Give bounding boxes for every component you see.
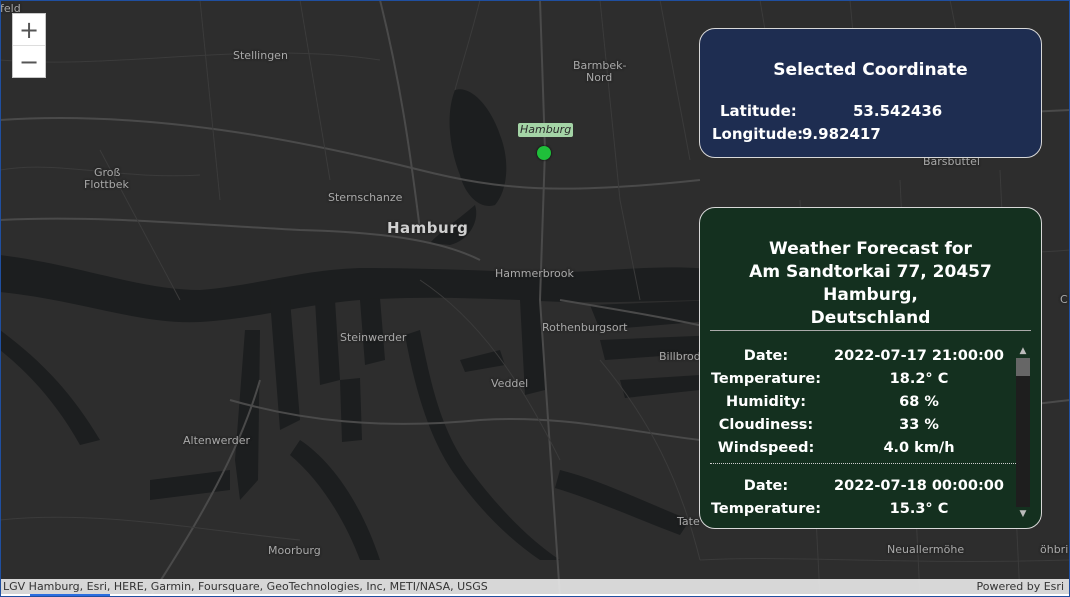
zoom-out-button[interactable]: −	[13, 45, 45, 77]
latitude-value: 53.542436	[853, 102, 943, 120]
map-label-nord: Nord	[586, 71, 613, 84]
attribution-text: LGV Hamburg, Esri, HERE, Garmin, Foursqu…	[3, 580, 488, 593]
windspeed-value: 4.0 km/h	[883, 439, 955, 456]
location-pin[interactable]	[537, 146, 551, 160]
windspeed-label: Windspeed:	[717, 439, 815, 456]
map-label-veddel: Veddel	[491, 377, 529, 390]
weather-forecast-panel: Weather Forecast for Am Sandtorkai 77, 2…	[699, 207, 1042, 529]
forecast-list[interactable]: Date: 2022-07-17 21:00:00 Temperature: 18.…	[710, 342, 1016, 522]
map-label-flottbek: Flottbek	[84, 178, 129, 191]
pin-label: Hamburg	[518, 123, 574, 137]
map-label-moorburg: Moorburg	[268, 544, 321, 557]
map-label-hammerbrook: Hammerbrook	[495, 267, 574, 280]
humidity-label: Humidity:	[725, 393, 807, 410]
scrollbar-thumb[interactable]	[1016, 358, 1030, 376]
map-label-neuallermoehe: Neuallermöhe	[887, 543, 965, 556]
map-label-altenwerder: Altenwerder	[183, 434, 250, 447]
entry-separator	[710, 463, 1016, 464]
map-label-tatenberg: Tate	[677, 515, 700, 528]
powered-by-link[interactable]: Powered by Esri	[976, 579, 1064, 594]
zoom-in-button[interactable]: +	[13, 14, 45, 45]
longitude-label: Longitude:	[712, 125, 804, 143]
weather-title-line3: Deutschland	[810, 308, 931, 328]
date-label: Date:	[743, 477, 789, 494]
map-label-billbrook: Billbrod	[659, 350, 701, 363]
weather-panel-title: Weather Forecast for Am Sandtorkai 77, 2…	[706, 238, 1035, 330]
selected-coordinate-panel: Selected Coordinate Latitude: 53.542436 …	[699, 28, 1042, 158]
scroll-up-icon[interactable]: ▲	[1016, 344, 1030, 358]
forecast-scrollbar[interactable]: ▲ ▼	[1016, 344, 1030, 521]
scroll-down-icon[interactable]: ▼	[1016, 507, 1030, 521]
map-label-hamburg: Hamburg	[387, 219, 469, 237]
forecast-entry: Date: 2022-07-18 00:00:00 Temperature: 15.…	[710, 472, 1016, 520]
date-label: Date:	[743, 347, 789, 364]
humidity-value: 68 %	[899, 393, 939, 410]
map-label-c-edge: C	[1060, 293, 1068, 306]
map-label-stellingen: Stellingen	[233, 49, 288, 62]
cloudiness-label: Cloudiness:	[718, 416, 814, 433]
latitude-label: Latitude:	[720, 102, 797, 120]
attribution-bar: LGV Hamburg, Esri, HERE, Garmin, Foursqu…	[0, 579, 1070, 594]
map-label-edge-right: öhbri	[1040, 543, 1069, 556]
date-value: 2022-07-17 21:00:00	[834, 347, 1004, 364]
weather-title-line1: Weather Forecast for	[769, 239, 972, 259]
temperature-label: Temperature:	[710, 500, 822, 517]
coordinate-panel-title: Selected Coordinate	[773, 60, 968, 80]
date-value: 2022-07-18 00:00:00	[834, 477, 1004, 494]
weather-divider	[710, 330, 1031, 331]
longitude-value: 9.982417	[802, 125, 881, 143]
temperature-value: 18.2° C	[889, 370, 949, 387]
temperature-value: 15.3° C	[889, 500, 949, 517]
weather-title-line2: Am Sandtorkai 77, 20457 Hamburg,	[749, 262, 992, 305]
map-label-sternschanze: Sternschanze	[328, 191, 403, 204]
cloudiness-value: 33 %	[899, 416, 939, 433]
forecast-entry: Date: 2022-07-17 21:00:00 Temperature: 18.…	[710, 342, 1016, 464]
temperature-label: Temperature:	[710, 370, 822, 387]
zoom-control: + −	[12, 13, 46, 78]
map-label-rothenburgsort: Rothenburgsort	[542, 321, 628, 334]
scrollbar-track[interactable]	[1016, 358, 1030, 507]
map-label-steinwerder: Steinwerder	[340, 331, 407, 344]
